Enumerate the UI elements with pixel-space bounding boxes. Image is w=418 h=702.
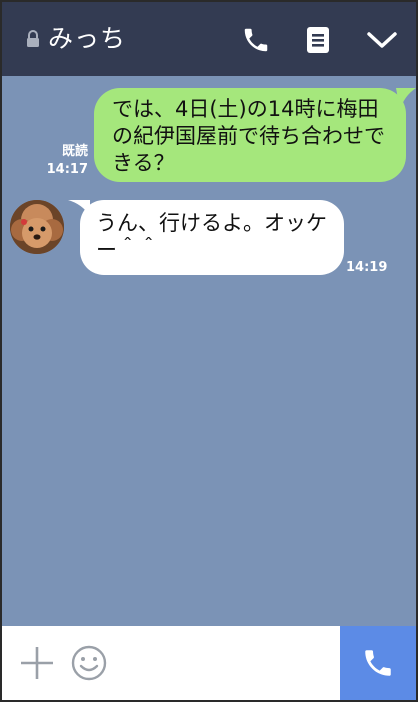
- message-timestamp: 14:19: [346, 260, 388, 275]
- lock-icon: [27, 30, 39, 47]
- chat-header: みっち: [2, 2, 416, 76]
- message-text: うん、行けるよ。オッケー＾＾: [96, 211, 327, 262]
- message-timestamp: 14:17: [46, 162, 88, 177]
- dog-avatar: [10, 200, 64, 254]
- notes-button[interactable]: [300, 22, 336, 58]
- message-list[interactable]: では、4日(土)の14時に梅田の紀伊国屋前で待ち合わせできる？ 既読 14:17…: [2, 76, 416, 626]
- sent-message-bubble[interactable]: では、4日(土)の14時に梅田の紀伊国屋前で待ち合わせできる？: [94, 88, 406, 182]
- received-message-bubble[interactable]: うん、行けるよ。オッケー＾＾: [80, 200, 344, 275]
- chevron-down-icon: [367, 32, 397, 48]
- plus-icon[interactable]: [18, 644, 56, 682]
- message-text: では、4日(土)の14時に梅田の紀伊国屋前で待ち合わせできる？: [112, 97, 385, 175]
- call-button[interactable]: [238, 22, 274, 58]
- phone-icon: [365, 650, 391, 676]
- read-receipt: 既読: [61, 144, 88, 159]
- phone-icon: [244, 28, 268, 52]
- chat-screen: みっち では、4日(土)の14時に梅田の紀伊国屋前で待ち合わせできる？ 既読 1…: [0, 0, 418, 702]
- input-bar: [2, 626, 416, 700]
- contact-avatar[interactable]: [10, 200, 64, 254]
- collapse-button[interactable]: [364, 22, 400, 58]
- voice-call-button[interactable]: [340, 626, 416, 700]
- note-icon: [307, 27, 329, 53]
- smiley-icon[interactable]: [70, 644, 108, 682]
- contact-name: みっち: [48, 24, 127, 53]
